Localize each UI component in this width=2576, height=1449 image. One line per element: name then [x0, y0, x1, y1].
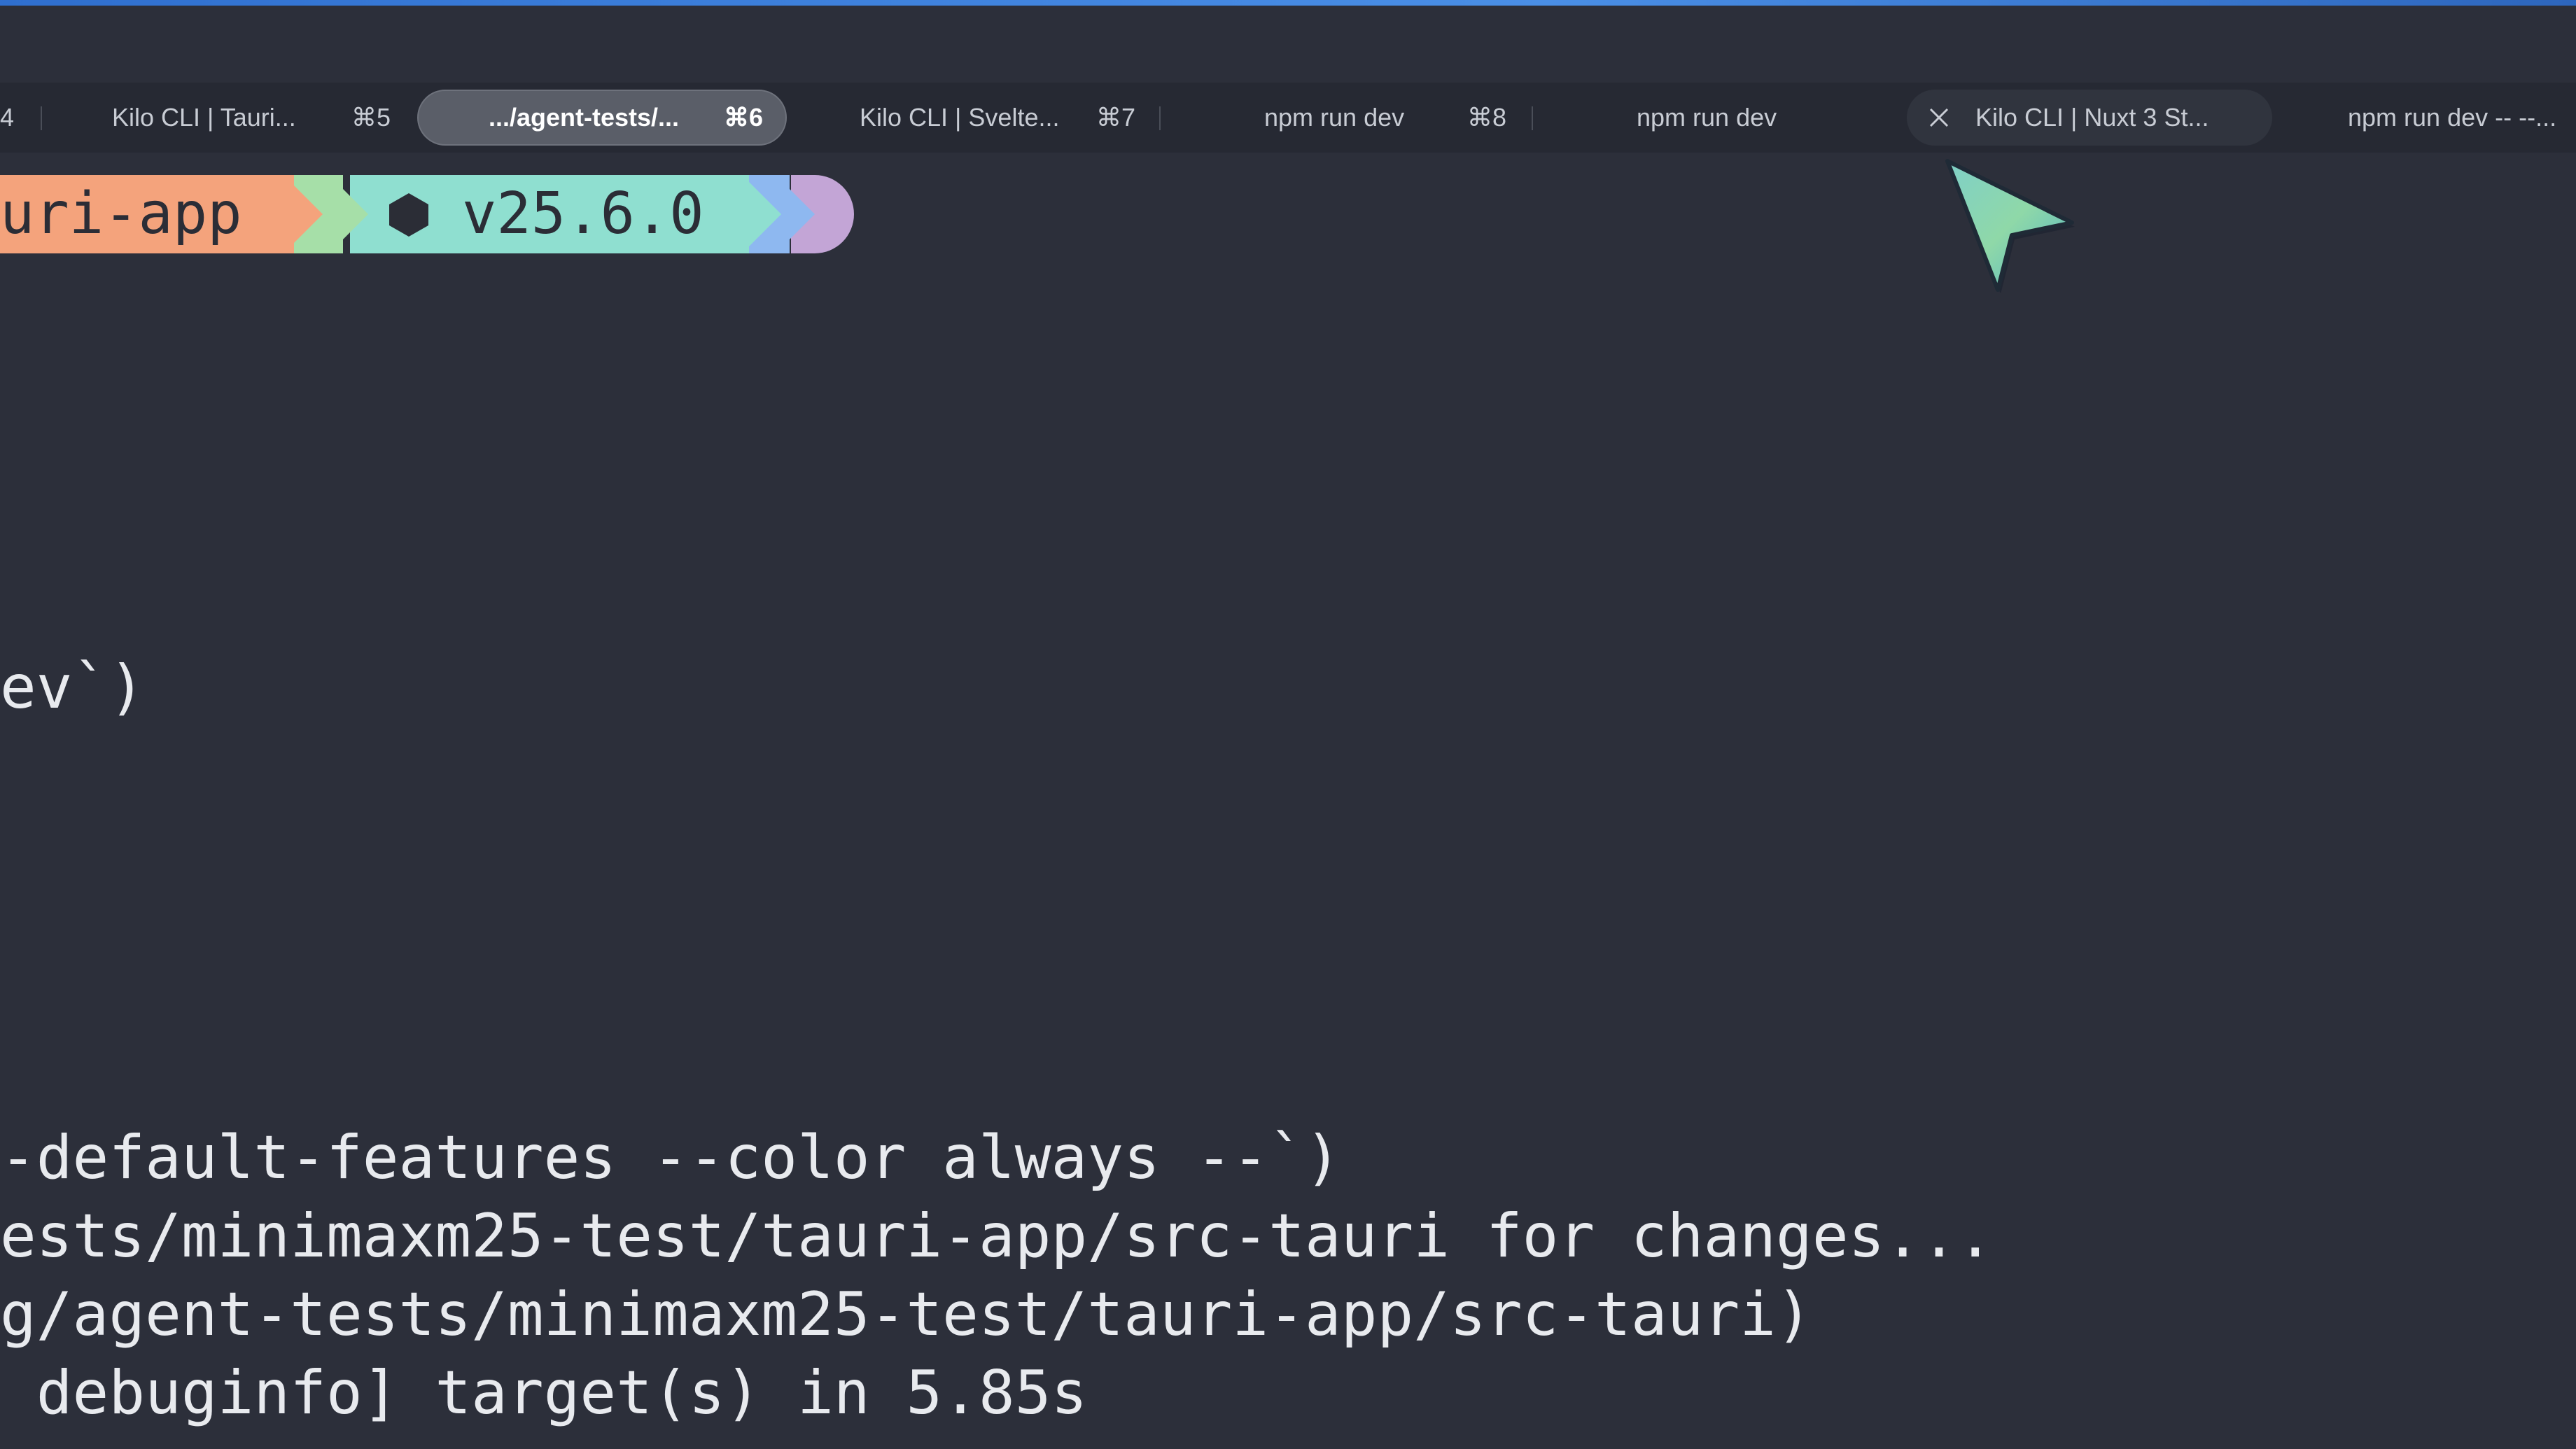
tab-shortcut: ⌘7	[1096, 103, 1136, 132]
prompt-separator-arrow	[329, 175, 368, 253]
tab-shortcut: ⌘8	[1467, 103, 1507, 132]
tab-label: npm run dev	[1264, 103, 1405, 132]
tab-bar: 4 Kilo CLI | Tauri... ⌘5 .../agent-tests…	[0, 83, 2576, 153]
terminal-line: g/agent-tests/minimaxm25-test/tauri-app/…	[0, 1280, 1812, 1350]
prompt-separator-arrow	[742, 175, 781, 253]
terminal-line: ev`)	[0, 652, 146, 722]
tab-4[interactable]: 4	[0, 83, 14, 153]
tab-label: npm run dev -- --...	[2348, 103, 2557, 132]
tab-label: npm run dev	[1637, 103, 1777, 132]
window-accent-line	[0, 0, 2576, 6]
prompt-directory: uri-app	[0, 181, 242, 247]
terminal-line: -default-features --color always --`)	[0, 1123, 1341, 1193]
tab-label: Kilo CLI | Svelte...	[860, 103, 1060, 132]
tab-kilo-tauri[interactable]: Kilo CLI | Tauri...	[112, 83, 296, 153]
prompt-separator-arrow	[284, 175, 323, 253]
tab-separator	[1532, 106, 1533, 130]
prompt-separator-arrow	[776, 175, 815, 253]
tab-separator	[1159, 106, 1161, 130]
terminal-window: 4 Kilo CLI | Tauri... ⌘5 .../agent-tests…	[0, 0, 2576, 1449]
tab-shortcut: ⌘5	[351, 103, 391, 132]
tab-npm-run-dev-1[interactable]: npm run dev	[1264, 83, 1404, 153]
tab-kilo-nuxt[interactable]: Kilo CLI | Nuxt 3 St...	[1975, 83, 2208, 153]
tab-label: Kilo CLI | Tauri...	[112, 103, 296, 132]
tab-npm-run-dev-3[interactable]: npm run dev -- --...	[2348, 83, 2556, 153]
terminal-line: debuginfo] target(s) in 5.85s	[0, 1358, 1088, 1428]
cursor-arrow-icon	[1945, 159, 2075, 293]
hexagon-icon	[389, 193, 428, 237]
tab-label: 4	[0, 103, 15, 132]
close-icon[interactable]	[1926, 105, 1952, 130]
tab-label: .../agent-tests/...	[489, 103, 680, 132]
tab-npm-run-dev-2[interactable]: npm run dev	[1637, 83, 1777, 153]
terminal-line: ests/minimaxm25-test/tauri-app/src-tauri…	[0, 1201, 1994, 1271]
prompt-node-version: v25.6.0	[462, 181, 704, 247]
tab-label: Kilo CLI | Nuxt 3 St...	[1975, 103, 2209, 132]
tab-separator	[41, 106, 42, 130]
tab-shortcut: ⌘6	[724, 103, 764, 132]
tab-agent-tests[interactable]: .../agent-tests/...	[489, 83, 679, 153]
tab-kilo-svelte[interactable]: Kilo CLI | Svelte...	[860, 83, 1059, 153]
